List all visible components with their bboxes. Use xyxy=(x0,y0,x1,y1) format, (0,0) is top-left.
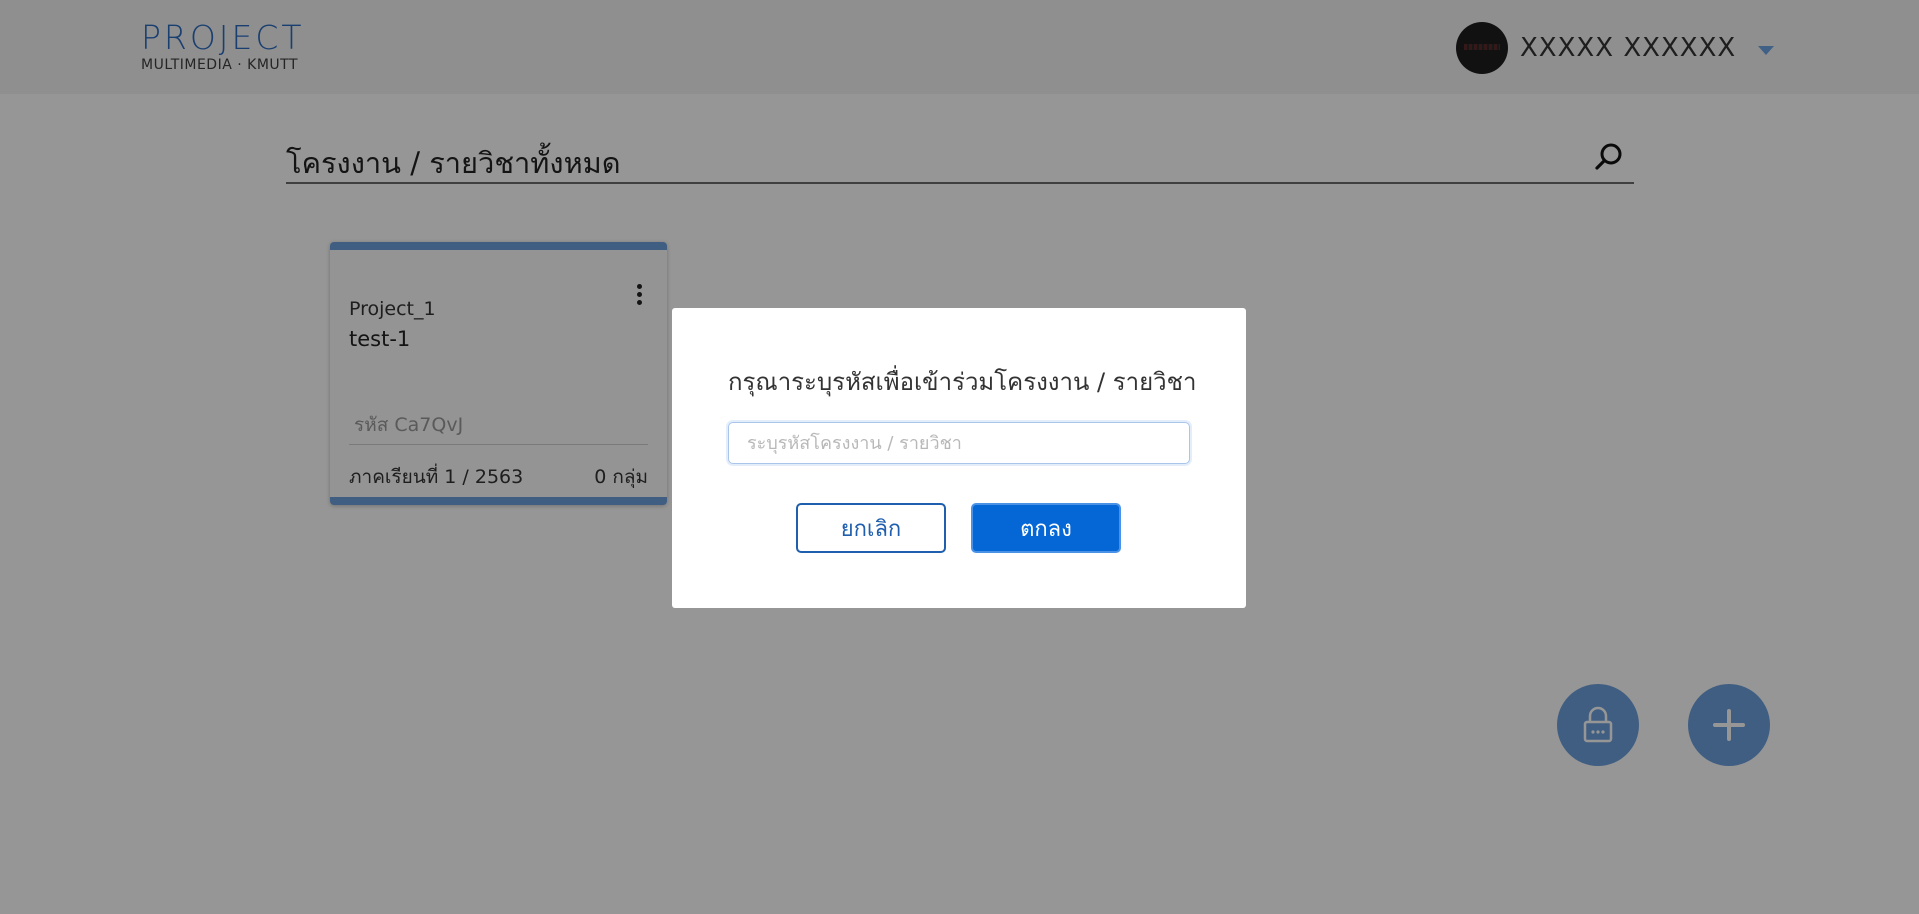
join-code-input[interactable] xyxy=(728,422,1190,464)
join-code-dialog: กรุณาระบุรหัสเพื่อเข้าร่วมโครงงาน / รายว… xyxy=(672,308,1246,608)
dialog-title: กรุณาระบุรหัสเพื่อเข้าร่วมโครงงาน / รายว… xyxy=(728,368,1197,396)
cancel-button[interactable]: ยกเลิก xyxy=(796,503,946,553)
page: PROJECT MULTIMEDIA · KMUTT XXXXX XXXXXX … xyxy=(0,0,1919,914)
confirm-button[interactable]: ตกลง xyxy=(971,503,1121,553)
